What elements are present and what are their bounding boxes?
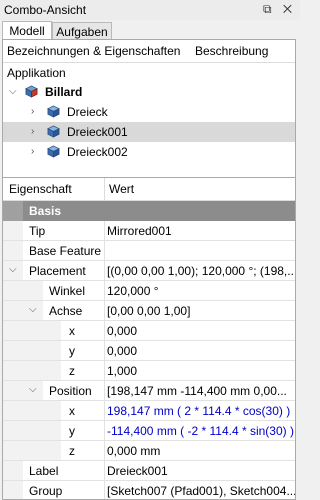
group-label: Basis bbox=[29, 204, 62, 218]
tree-item-label: Dreieck002 bbox=[67, 145, 128, 159]
model-tree-panel: Bezeichnungen & Eigenschaften Beschreibu… bbox=[2, 39, 296, 194]
prop-row-label[interactable]: Label Dreieck001 bbox=[3, 461, 295, 481]
tree-header: Bezeichnungen & Eigenschaften Beschreibu… bbox=[3, 40, 295, 63]
prop-row-base-feature[interactable]: Base Feature bbox=[3, 241, 295, 261]
float-close-icons[interactable]: ⧉ ✕ bbox=[263, 2, 296, 17]
expanded-arrow-icon[interactable]: ⌵ bbox=[9, 264, 17, 275]
prop-row-achse-x[interactable]: x 0,000 bbox=[3, 321, 295, 341]
property-header: Eigenschaft Wert bbox=[3, 178, 295, 201]
prop-row-position-z[interactable]: z 0,000 mm bbox=[3, 441, 295, 461]
prop-name: x bbox=[69, 404, 75, 418]
prop-name: Group bbox=[29, 484, 63, 498]
prop-value[interactable]: [0,00 0,00 1,00] bbox=[107, 304, 295, 318]
collapsed-arrow-icon[interactable]: › bbox=[31, 146, 34, 157]
tree-section-row: Applikation bbox=[3, 63, 295, 83]
tree-item-label: Dreieck bbox=[67, 105, 108, 119]
prop-value[interactable]: Mirrored001 bbox=[107, 224, 295, 238]
prop-name: z bbox=[69, 364, 75, 378]
tree-item-dreieck001[interactable]: › Dreieck001 bbox=[3, 122, 295, 142]
prop-name: Winkel bbox=[49, 284, 86, 298]
prop-name: y bbox=[69, 424, 75, 438]
tree-header-labels[interactable]: Bezeichnungen & Eigenschaften bbox=[7, 44, 180, 58]
prop-row-placement[interactable]: ⌵ Placement [(0,00 0,00 1,00); 120,000 °… bbox=[3, 261, 295, 281]
prop-row-position-y[interactable]: y -114,400 mm ( -2 * 114.4 * sin(30) ) bbox=[3, 421, 295, 441]
prop-row-position-x[interactable]: x 198,147 mm ( 2 * 114.4 * cos(30) ) bbox=[3, 401, 295, 421]
tree-root-row[interactable]: ⌵ Billard bbox=[3, 82, 295, 102]
tree-item-dreieck[interactable]: › Dreieck bbox=[3, 102, 295, 122]
prop-row-tip[interactable]: Tip Mirrored001 bbox=[3, 221, 295, 241]
prop-name: Label bbox=[29, 464, 59, 478]
prop-value-expression[interactable]: -114,400 mm ( -2 * 114.4 * sin(30) ) bbox=[107, 424, 295, 438]
prop-value[interactable]: [(0,00 0,00 1,00); 120,000 °; (198,... bbox=[107, 264, 295, 278]
prop-row-achse-y[interactable]: y 0,000 bbox=[3, 341, 295, 361]
property-panel: Eigenschaft Wert Basis Tip Mirrored001 B… bbox=[2, 177, 296, 500]
title-bar: Combo-Ansicht ⧉ ✕ bbox=[0, 0, 300, 20]
prop-name: Base Feature bbox=[29, 244, 102, 258]
tree-header-description[interactable]: Beschreibung bbox=[195, 44, 268, 58]
prop-name: Tip bbox=[29, 224, 46, 238]
prop-value[interactable]: 0,000 bbox=[107, 324, 295, 338]
expanded-arrow-icon[interactable]: ⌵ bbox=[29, 304, 37, 315]
tab-aufgaben[interactable]: Aufgaben bbox=[52, 22, 112, 40]
prop-name: Position bbox=[49, 384, 92, 398]
collapsed-arrow-icon[interactable]: › bbox=[31, 126, 34, 137]
prop-name: y bbox=[69, 344, 75, 358]
prop-value[interactable]: [198,147 mm -114,400 mm 0,00... bbox=[107, 384, 295, 398]
feature-cube-icon bbox=[47, 145, 60, 158]
tree-section-label: Applikation bbox=[7, 66, 66, 80]
prop-name: x bbox=[69, 324, 75, 338]
prop-name: z bbox=[69, 444, 75, 458]
prop-value[interactable]: 0,000 bbox=[107, 344, 295, 358]
group-basis[interactable]: Basis bbox=[3, 201, 295, 221]
tab-bar: Modell Aufgaben bbox=[0, 20, 300, 40]
body-cube-icon bbox=[25, 85, 38, 98]
prop-row-achse[interactable]: ⌵ Achse [0,00 0,00 1,00] bbox=[3, 301, 295, 321]
prop-value-expression[interactable]: 198,147 mm ( 2 * 114.4 * cos(30) ) bbox=[107, 404, 295, 418]
window-title: Combo-Ansicht bbox=[4, 3, 87, 17]
prop-value[interactable]: 120,000 ° bbox=[107, 284, 295, 298]
prop-value[interactable]: 0,000 mm bbox=[107, 444, 295, 458]
prop-name: Achse bbox=[49, 304, 83, 318]
prop-value[interactable]: Dreieck001 bbox=[107, 464, 295, 478]
collapsed-arrow-icon[interactable]: › bbox=[31, 106, 34, 117]
property-header-value[interactable]: Wert bbox=[109, 182, 134, 196]
property-header-name[interactable]: Eigenschaft bbox=[9, 182, 72, 196]
prop-value[interactable]: 1,000 bbox=[107, 364, 295, 378]
prop-row-group[interactable]: Group [Sketch007 (Pfad001), Sketch004... bbox=[3, 481, 295, 499]
tree-root-label: Billard bbox=[45, 85, 83, 99]
expanded-arrow-icon[interactable]: ⌵ bbox=[29, 384, 37, 395]
tab-modell[interactable]: Modell bbox=[2, 21, 52, 40]
prop-row-achse-z[interactable]: z 1,000 bbox=[3, 361, 295, 381]
tree-item-label: Dreieck001 bbox=[67, 125, 128, 139]
prop-value[interactable]: [Sketch007 (Pfad001), Sketch004... bbox=[107, 484, 295, 498]
tree-item-dreieck002[interactable]: › Dreieck002 bbox=[3, 142, 295, 162]
feature-cube-icon bbox=[47, 105, 60, 118]
prop-row-position[interactable]: ⌵ Position [198,147 mm -114,400 mm 0,00.… bbox=[3, 381, 295, 401]
expanded-arrow-icon[interactable]: ⌵ bbox=[9, 86, 17, 97]
prop-name: Placement bbox=[29, 264, 86, 278]
feature-cube-icon bbox=[47, 125, 60, 138]
prop-row-winkel[interactable]: Winkel 120,000 ° bbox=[3, 281, 295, 301]
